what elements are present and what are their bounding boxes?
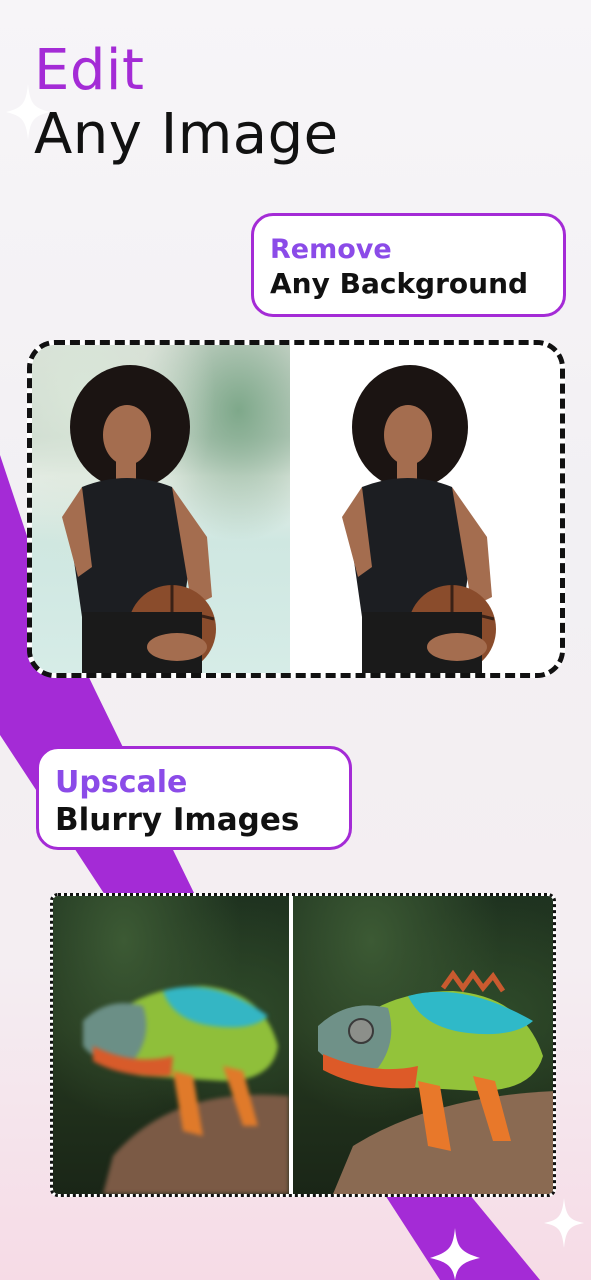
feature-card-remove-background: Remove Any Background	[251, 213, 566, 317]
woman-with-basketball-image	[62, 365, 216, 673]
sparkle-icon	[544, 1198, 584, 1248]
sparkle-icon	[6, 84, 50, 140]
headline-edit: Edit	[34, 38, 145, 103]
sparkle-icon	[430, 1228, 480, 1280]
background-removed-photo	[290, 345, 560, 673]
original-photo	[32, 345, 290, 673]
upscaled-photo	[293, 896, 553, 1194]
feature-highlight: Upscale	[55, 765, 188, 800]
headline-any-image: Any Image	[34, 102, 339, 167]
feature-text: Any Background	[270, 267, 529, 300]
feature-highlight: Remove	[270, 234, 392, 265]
chameleon-blurry-image	[83, 986, 289, 1194]
woman-with-basketball-cutout-image	[342, 365, 496, 673]
blurry-photo	[53, 896, 289, 1194]
background-removal-comparison	[27, 340, 565, 678]
feature-text: Blurry Images	[55, 802, 300, 838]
chameleon-sharp-image	[318, 969, 553, 1194]
upscale-comparison	[50, 893, 556, 1197]
feature-card-upscale: Upscale Blurry Images	[36, 746, 352, 850]
